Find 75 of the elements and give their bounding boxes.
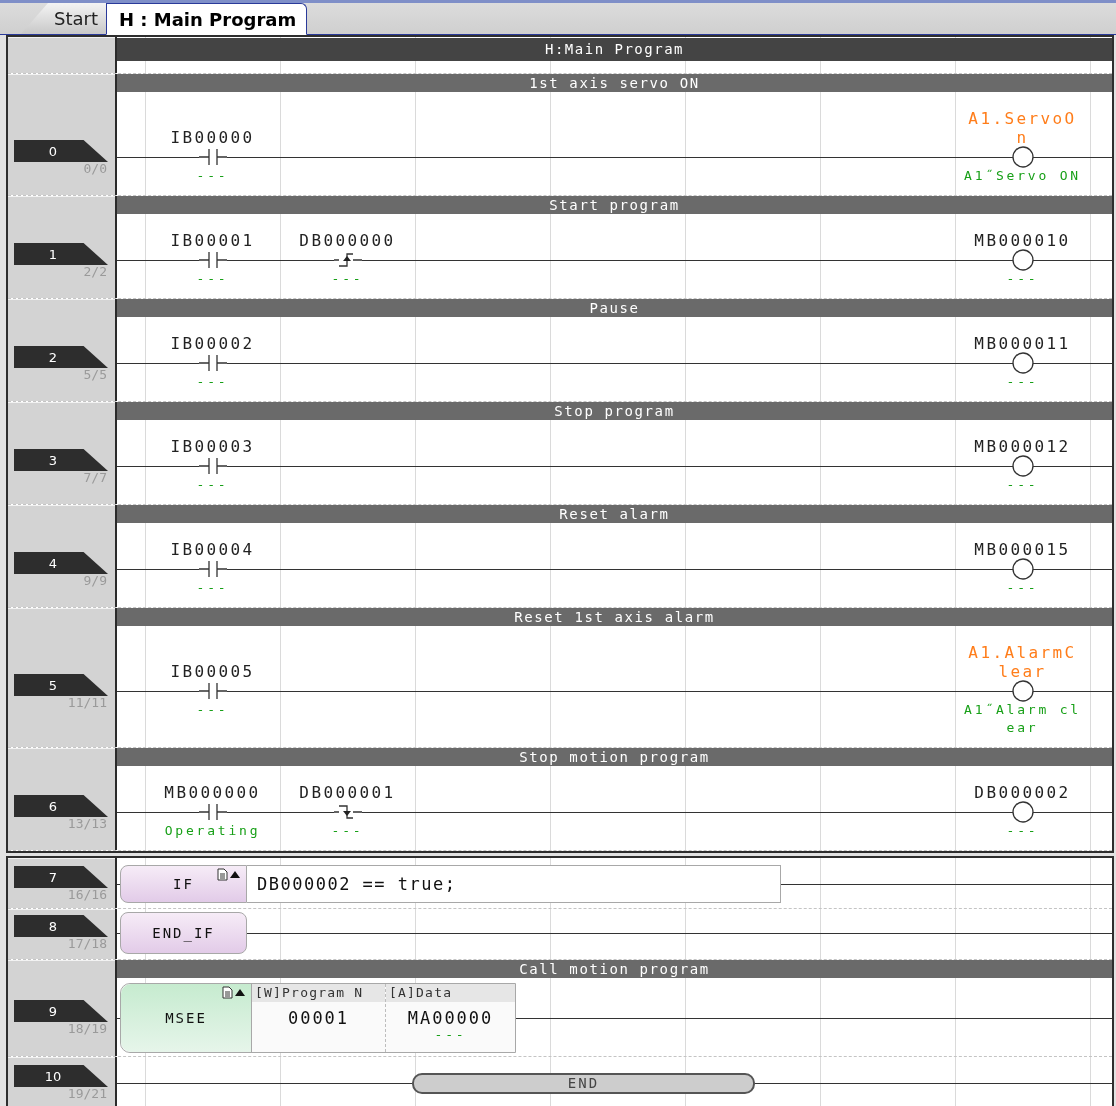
address-comment: --- xyxy=(195,373,230,391)
coil-icon xyxy=(1010,146,1035,168)
document-icon xyxy=(222,986,233,999)
coil-icon xyxy=(1010,352,1035,374)
address-comment: --- xyxy=(195,701,230,719)
step-count: 16/16 xyxy=(66,888,108,902)
rung-comment-bar: Call motion program xyxy=(117,960,1112,978)
rung-comment-bar: Pause xyxy=(117,299,1112,317)
step-count: 7/7 xyxy=(82,471,108,485)
address-label: A1.ServoOn xyxy=(967,108,1078,147)
parameter-value: MA00000 xyxy=(406,1008,495,1028)
address-label: IB00000 xyxy=(170,127,255,147)
tab[interactable]: Start xyxy=(20,3,106,35)
address-comment: --- xyxy=(330,822,365,840)
address-label: DB000002 xyxy=(973,782,1072,802)
address-comment: A1˝Alarm clear xyxy=(963,701,1082,737)
address-comment: A1˝Servo ON xyxy=(963,167,1082,185)
address-label: A1.AlarmClear xyxy=(967,642,1078,681)
rung-comment-bar: Reset alarm xyxy=(117,505,1112,523)
address-comment: Operating xyxy=(163,822,262,840)
address-comment: --- xyxy=(195,476,230,494)
tab[interactable]: H : Main Program xyxy=(106,3,308,35)
coil-icon xyxy=(1010,801,1035,823)
coil-icon xyxy=(1010,680,1035,702)
parameter-header: [A]Data xyxy=(386,984,515,1002)
expression-text: DB000002 == true; xyxy=(247,865,781,903)
address-comment: --- xyxy=(195,167,230,185)
address-label: IB00004 xyxy=(170,539,255,559)
step-count: 18/19 xyxy=(66,1022,108,1036)
step-count: 19/21 xyxy=(66,1087,108,1101)
address-comment: --- xyxy=(433,1028,468,1042)
address-comment: --- xyxy=(1005,822,1040,840)
address-comment: --- xyxy=(1005,476,1040,494)
program-title-bar: H:Main Program xyxy=(117,38,1112,61)
coil-icon xyxy=(1010,249,1035,271)
address-label: IB00002 xyxy=(170,333,255,353)
rung-comment-bar: Start program xyxy=(117,196,1112,214)
address-comment: --- xyxy=(330,270,365,288)
step-count: 13/13 xyxy=(66,817,108,831)
address-label: MB000011 xyxy=(973,333,1072,353)
address-label: IB00003 xyxy=(170,436,255,456)
address-comment: --- xyxy=(195,270,230,288)
coil-icon xyxy=(1010,455,1035,477)
step-count: 2/2 xyxy=(82,265,108,279)
step-count: 5/5 xyxy=(82,368,108,382)
address-label: IB00005 xyxy=(170,661,255,681)
address-label: IB00001 xyxy=(170,230,255,250)
address-comment: --- xyxy=(195,579,230,597)
parameter-header: [W]Program N xyxy=(252,984,385,1002)
address-label: MB000012 xyxy=(973,436,1072,456)
address-comment: --- xyxy=(1005,373,1040,391)
step-count: 0/0 xyxy=(82,162,108,176)
step-count: 17/18 xyxy=(66,937,108,951)
instruction-label: END_IF xyxy=(152,925,215,941)
triangle-icon xyxy=(235,989,245,996)
step-count: 11/11 xyxy=(66,696,108,710)
step-count: 9/9 xyxy=(82,574,108,588)
address-label: MB000010 xyxy=(973,230,1072,250)
coil-icon xyxy=(1010,558,1035,580)
instruction-label: IF xyxy=(173,876,194,892)
rung-comment-bar: Stop program xyxy=(117,402,1112,420)
triangle-icon xyxy=(230,871,240,878)
rung-comment-bar: Stop motion program xyxy=(117,748,1112,766)
address-comment: --- xyxy=(1005,270,1040,288)
instruction-label: MSEE xyxy=(165,1010,207,1026)
address-label: MB000000 xyxy=(164,782,261,802)
address-comment: --- xyxy=(1005,579,1040,597)
rung-comment-bar: 1st axis servo ON xyxy=(117,74,1112,92)
rung-comment-bar: Reset 1st axis alarm xyxy=(117,608,1112,626)
address-label: MB000015 xyxy=(973,539,1072,559)
address-label: DB000000 xyxy=(299,230,396,250)
document-icon xyxy=(217,868,228,881)
end-instruction: END xyxy=(412,1072,755,1094)
address-label: DB000001 xyxy=(299,782,396,802)
parameter-value: 00001 xyxy=(286,1008,351,1028)
